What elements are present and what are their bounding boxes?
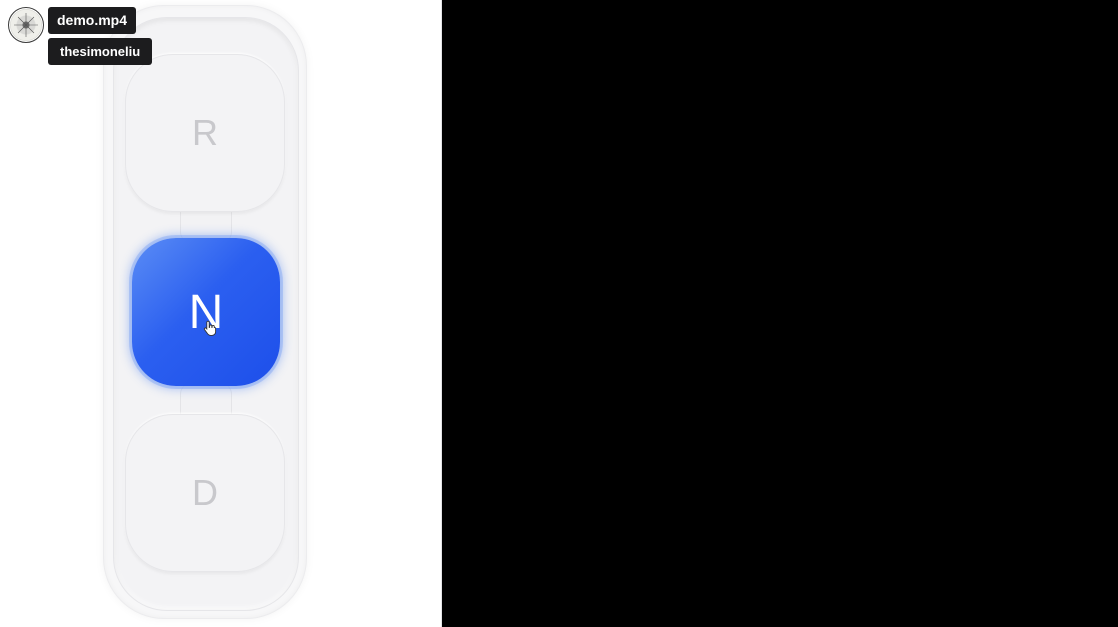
gear-option-r-label: R	[192, 112, 218, 153]
username-tag[interactable]: thesimoneliu	[48, 38, 153, 65]
file-name-tag: demo.mp4	[48, 7, 137, 34]
hand-cursor-icon	[203, 320, 217, 336]
blank-video-area	[442, 0, 1118, 627]
gear-option-r[interactable]: R	[125, 54, 285, 212]
demo-pane: R N D demo.mp4 thesimoneliu	[0, 0, 442, 627]
gear-option-d[interactable]: D	[125, 414, 285, 572]
avatar-pattern-icon	[14, 13, 38, 37]
gear-option-d-label: D	[192, 472, 218, 513]
avatar-icon[interactable]	[8, 7, 44, 43]
gear-option-n-selected[interactable]: N	[132, 238, 280, 386]
screen: R N D demo.mp4 thesimoneliu	[0, 0, 1118, 627]
